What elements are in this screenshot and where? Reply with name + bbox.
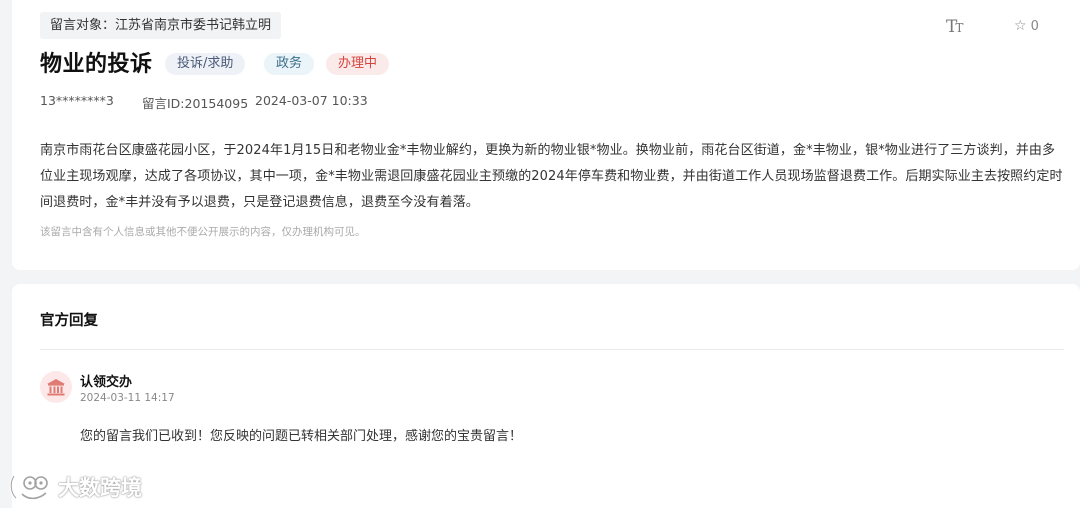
message-id: 留言ID:20154095 — [142, 96, 249, 111]
reply-content: 您的留言我们已收到！您反映的问题已转相关部门处理，感谢您的宝贵留言！ — [80, 429, 523, 444]
reply-timestamp: 2024-03-11 14:17 — [80, 392, 175, 404]
text-size-icon[interactable]: TT — [946, 17, 963, 37]
page-title: 物业的投诉 — [40, 52, 153, 77]
government-building-icon — [47, 379, 65, 396]
user-phone: 13********3 — [40, 93, 114, 108]
watermark: 大数跨境 — [8, 470, 142, 504]
government-tag[interactable]: 政务 — [264, 53, 315, 75]
favorite-count: 0 — [1030, 19, 1039, 34]
watermark-text: 大数跨境 — [58, 476, 142, 500]
divider — [40, 349, 1064, 350]
message-content: 南京市雨花台区康盛花园小区，于2024年1月15日和老物业金*丰物业解约，更换为… — [40, 143, 1063, 210]
privacy-notice: 该留言中含有个人信息或其他不便公开展示的内容，仅办理机构可见。 — [40, 226, 366, 238]
cartoon-logo-icon — [9, 475, 48, 500]
department-name: 认领交办 — [80, 375, 133, 390]
category-tag[interactable]: 投诉/求助 — [165, 53, 246, 75]
reply-heading: 官方回复 — [40, 313, 98, 329]
star-icon: ☆ — [1014, 18, 1027, 34]
status-badge: 办理中 — [326, 53, 390, 75]
favorite-button[interactable]: ☆ 0 — [1014, 18, 1039, 34]
message-target-label[interactable]: 留言对象：江苏省南京市委书记韩立明 — [40, 12, 282, 39]
department-avatar — [40, 371, 72, 403]
message-timestamp: 2024-03-07 10:33 — [255, 93, 368, 108]
